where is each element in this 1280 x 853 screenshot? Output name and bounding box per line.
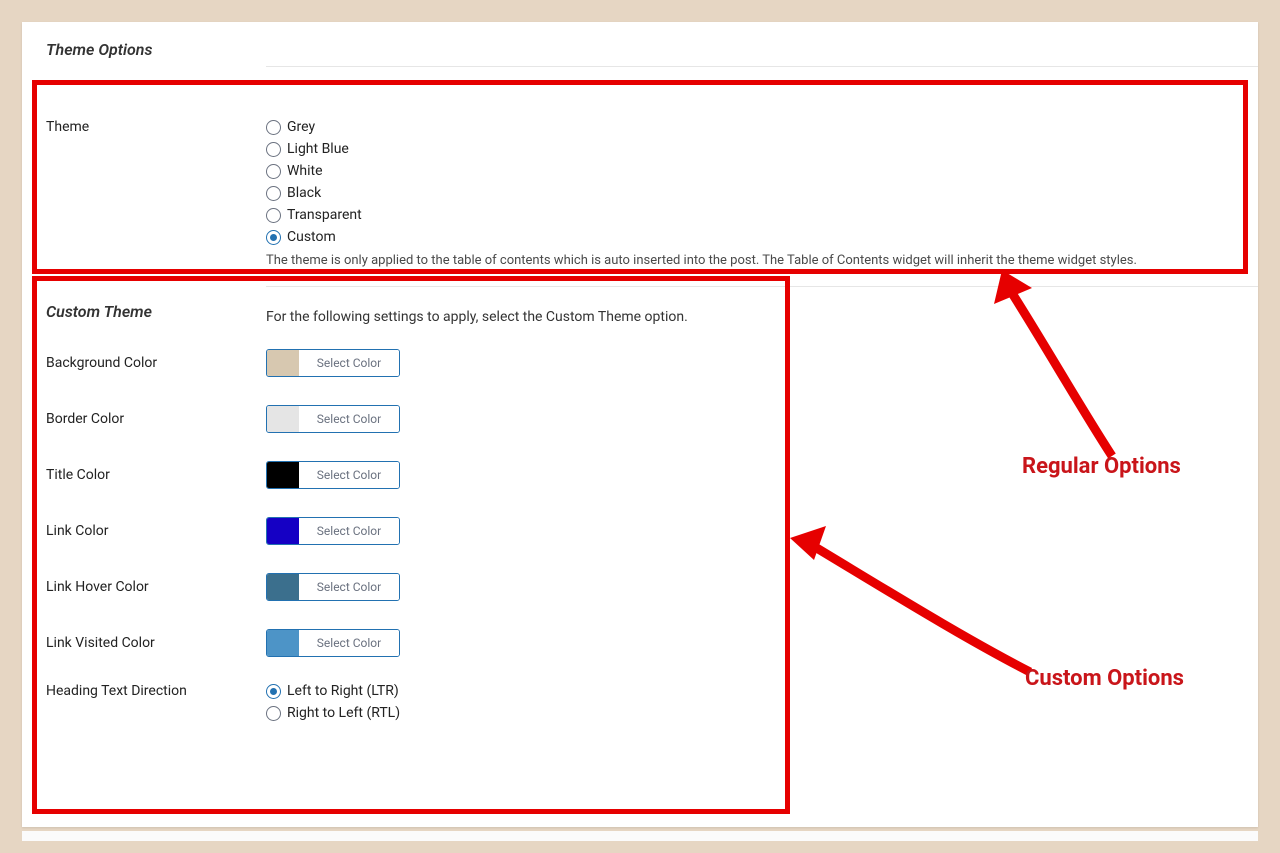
radio-label: Grey xyxy=(287,117,315,137)
radio-label: White xyxy=(287,161,323,181)
theme-option-custom[interactable]: Custom xyxy=(266,227,1234,247)
theme-description: The theme is only applied to the table o… xyxy=(266,253,1234,268)
radio-custom[interactable] xyxy=(266,230,281,245)
theme-option-light-blue[interactable]: Light Blue xyxy=(266,139,1234,159)
footer-strip xyxy=(22,831,1258,841)
row-custom-intro: For the following settings to apply, sel… xyxy=(22,309,1258,335)
radio-label: Left to Right (LTR) xyxy=(287,681,399,701)
radio-rtl[interactable] xyxy=(266,706,281,721)
swatch-link-hover xyxy=(267,574,299,600)
annotation-label-custom: Custom Options xyxy=(1025,666,1184,691)
radio-light-blue[interactable] xyxy=(266,142,281,157)
radio-white[interactable] xyxy=(266,164,281,179)
label-border-color: Border Color xyxy=(46,405,266,427)
theme-option-transparent[interactable]: Transparent xyxy=(266,205,1234,225)
label-heading-direction: Heading Text Direction xyxy=(46,681,266,699)
select-color-button[interactable]: Select Color xyxy=(299,630,399,656)
theme-radio-list: Grey Light Blue White Black xyxy=(266,117,1234,247)
row-border-color: Border Color Select Color xyxy=(22,391,1258,447)
swatch-border xyxy=(267,406,299,432)
radio-transparent[interactable] xyxy=(266,208,281,223)
dir-option-rtl[interactable]: Right to Left (RTL) xyxy=(266,703,1234,723)
label-background-color: Background Color xyxy=(46,349,266,371)
section-title-theme-options: Theme Options xyxy=(22,22,1258,67)
label-theme: Theme xyxy=(46,117,266,135)
swatch-link-visited xyxy=(267,630,299,656)
select-color-button[interactable]: Select Color xyxy=(299,518,399,544)
radio-ltr[interactable] xyxy=(266,684,281,699)
row-link-hover-color: Link Hover Color Select Color xyxy=(22,559,1258,615)
radio-black[interactable] xyxy=(266,186,281,201)
radio-label: Transparent xyxy=(287,205,362,225)
divider xyxy=(266,286,1258,287)
select-color-button[interactable]: Select Color xyxy=(299,350,399,376)
select-color-button[interactable]: Select Color xyxy=(299,406,399,432)
select-color-button[interactable]: Select Color xyxy=(299,574,399,600)
swatch-link xyxy=(267,518,299,544)
theme-option-grey[interactable]: Grey xyxy=(266,117,1234,137)
custom-theme-intro: For the following settings to apply, sel… xyxy=(266,309,1234,325)
divider xyxy=(266,66,1258,67)
theme-option-black[interactable]: Black xyxy=(266,183,1234,203)
swatch-background xyxy=(267,350,299,376)
label-link-hover-color: Link Hover Color xyxy=(46,573,266,595)
radio-label: Light Blue xyxy=(287,139,349,159)
row-theme: Theme Grey Light Blue White xyxy=(22,107,1258,278)
select-color-button[interactable]: Select Color xyxy=(299,462,399,488)
swatch-title xyxy=(267,462,299,488)
color-picker-link-hover[interactable]: Select Color xyxy=(266,573,400,601)
theme-option-white[interactable]: White xyxy=(266,161,1234,181)
row-link-visited-color: Link Visited Color Select Color xyxy=(22,615,1258,671)
label-link-visited-color: Link Visited Color xyxy=(46,629,266,651)
settings-panel: Theme Options Theme Grey Light Blue xyxy=(22,22,1258,827)
row-link-color: Link Color Select Color xyxy=(22,503,1258,559)
color-picker-border[interactable]: Select Color xyxy=(266,405,400,433)
annotation-label-regular: Regular Options xyxy=(1022,454,1181,479)
color-picker-title[interactable]: Select Color xyxy=(266,461,400,489)
label-link-color: Link Color xyxy=(46,517,266,539)
radio-grey[interactable] xyxy=(266,120,281,135)
radio-label: Right to Left (RTL) xyxy=(287,703,400,723)
radio-label: Custom xyxy=(287,227,336,247)
radio-label: Black xyxy=(287,183,321,203)
color-picker-link-visited[interactable]: Select Color xyxy=(266,629,400,657)
color-picker-background[interactable]: Select Color xyxy=(266,349,400,377)
row-background-color: Background Color Select Color xyxy=(22,335,1258,391)
color-picker-link[interactable]: Select Color xyxy=(266,517,400,545)
label-title-color: Title Color xyxy=(46,461,266,483)
